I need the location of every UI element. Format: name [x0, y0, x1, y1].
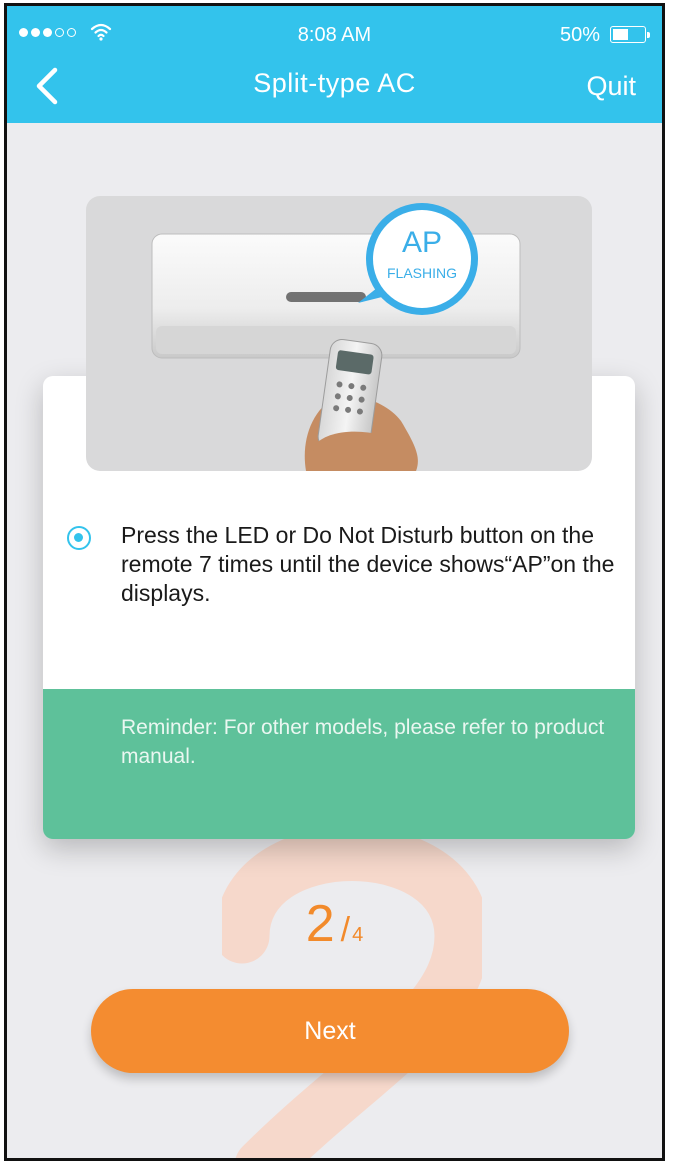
- page-title: Split-type AC: [253, 68, 416, 98]
- step-separator: /: [340, 911, 351, 949]
- badge-ap-text: AP: [402, 226, 442, 259]
- badge-flashing-text: FLASHING: [387, 265, 457, 281]
- background-step-numeral: [222, 826, 482, 1158]
- radio-selected-icon: [67, 526, 91, 550]
- instruction-text: Press the LED or Do Not Disturb button o…: [121, 522, 615, 606]
- battery-icon: [610, 26, 650, 43]
- battery-percentage: 50%: [559, 24, 600, 46]
- reminder-text: Reminder: For other models, please refer…: [121, 716, 605, 768]
- step-total: 4: [352, 924, 364, 946]
- status-bar: 8:08 AM 50%: [7, 6, 662, 46]
- header-bar: 8:08 AM 50% Split-type AC Quit: [7, 6, 662, 123]
- step-current: 2: [305, 895, 335, 953]
- step-indicator: 2/4: [7, 894, 662, 954]
- reminder-banner: Reminder: For other models, please refer…: [43, 689, 635, 839]
- app-screen: 8:08 AM 50% Split-type AC Quit Press the…: [4, 3, 665, 1161]
- air-conditioner-image: AP FLASHING: [151, 203, 521, 471]
- quit-button[interactable]: Quit: [586, 71, 636, 102]
- ac-remote-illustration: AP FLASHING: [86, 196, 592, 471]
- next-button[interactable]: Next: [91, 989, 569, 1073]
